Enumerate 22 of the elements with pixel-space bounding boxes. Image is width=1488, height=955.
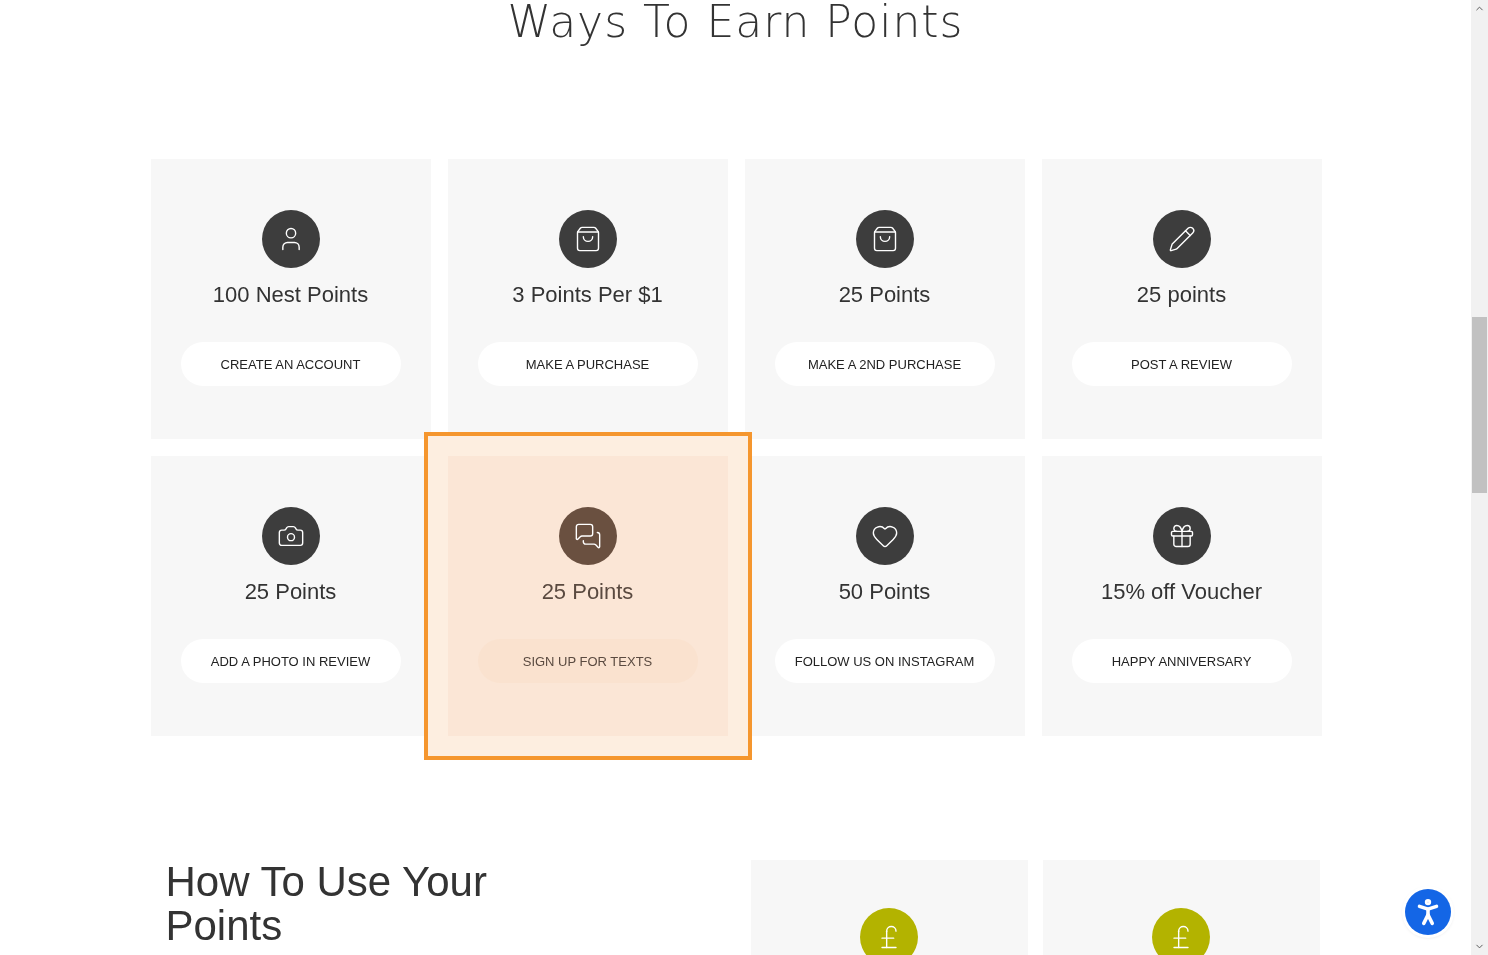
- points-label: 25 Points: [244, 579, 337, 605]
- action-button[interactable]: SIGN UP FOR TEXTS: [477, 639, 698, 683]
- action-button[interactable]: MAKE A 2ND PURCHASE: [774, 342, 995, 386]
- points-label: 25 points: [1136, 282, 1227, 308]
- chat-icon: [573, 522, 602, 550]
- pencil-icon: [1167, 225, 1196, 253]
- action-button[interactable]: POST A REVIEW: [1071, 342, 1292, 386]
- action-button[interactable]: ADD A PHOTO IN REVIEW: [180, 639, 401, 683]
- action-button[interactable]: MAKE A PURCHASE: [477, 342, 698, 386]
- action-button[interactable]: HAPPY ANNIVERSARY: [1071, 639, 1292, 683]
- action-button[interactable]: FOLLOW US ON INSTAGRAM: [774, 639, 995, 683]
- points-label: 50 Points: [838, 579, 931, 605]
- points-label: 25 Points: [541, 579, 634, 605]
- section-title: Ways To Earn Points: [506, 0, 965, 48]
- points-label: 15% off Voucher: [1100, 579, 1262, 605]
- points-label: 100 Nest Points: [212, 282, 369, 308]
- section-title: How To Use Your Points: [165, 860, 488, 951]
- points-label: 25 Points: [838, 282, 931, 308]
- action-button[interactable]: CREATE AN ACCOUNT: [180, 342, 401, 386]
- points-label: 3 Points Per $1: [512, 282, 663, 308]
- accessibility-button[interactable]: [1405, 889, 1451, 935]
- scroll-thumb[interactable]: [1472, 317, 1487, 493]
